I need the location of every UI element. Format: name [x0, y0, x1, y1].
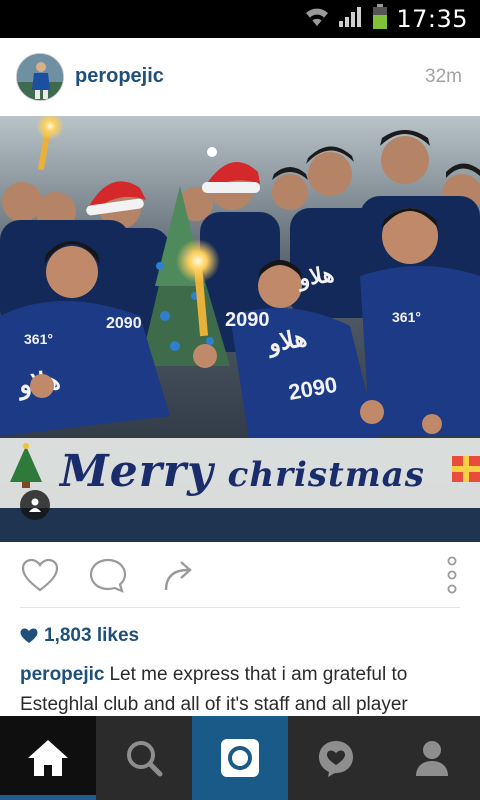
svg-text:361°: 361° [392, 309, 421, 325]
share-icon [164, 561, 192, 591]
more-vertical-icon [447, 556, 457, 594]
search-icon [127, 741, 163, 777]
status-time: 17:35 [396, 5, 468, 33]
actions-divider [20, 607, 460, 608]
banner-text-christmas: christmas [227, 455, 425, 495]
comment-button[interactable] [88, 556, 128, 596]
post-header: peropejic 32m [0, 38, 480, 116]
svg-text:361°: 361° [24, 331, 53, 347]
home-icon [28, 740, 68, 776]
svg-text:2090: 2090 [106, 315, 142, 332]
user-tag-icon [29, 498, 41, 512]
avatar[interactable] [16, 53, 64, 101]
caption-username[interactable]: peropejic [20, 664, 104, 685]
comment-icon [89, 558, 127, 593]
likes-text: 1,803 likes [44, 625, 140, 646]
likes-count[interactable]: 1,803 likes [20, 625, 139, 647]
nav-search[interactable] [96, 716, 192, 800]
post-caption: peropejic Let me express that i am gratef… [20, 660, 470, 720]
signal-icon [338, 6, 364, 33]
user-tag-button[interactable] [20, 490, 50, 520]
small-heart-icon [20, 628, 38, 643]
nav-profile[interactable] [384, 716, 480, 800]
activity-heart-icon [319, 741, 353, 777]
battery-icon [372, 3, 388, 35]
nav-home[interactable] [0, 716, 96, 800]
camera-icon [221, 739, 259, 777]
post-actions [0, 542, 480, 608]
more-options-button[interactable] [432, 556, 472, 596]
profile-icon [416, 741, 448, 776]
post-username[interactable]: peropejic [75, 65, 164, 88]
bottom-navigation [0, 716, 480, 800]
heart-icon [21, 558, 59, 592]
merry-christmas-banner: Merry christmas [0, 438, 480, 512]
post-photo[interactable]: هلاو هلاو 2090 2090 2090 هلاو 361° 361° [0, 116, 480, 542]
nav-activity[interactable] [288, 716, 384, 800]
wifi-icon [304, 6, 330, 33]
banner-text-merry: Merry [60, 446, 214, 497]
svg-text:2090: 2090 [225, 309, 270, 331]
like-button[interactable] [20, 556, 60, 596]
share-button[interactable] [158, 556, 198, 596]
status-bar: 17:35 [0, 0, 480, 38]
post-time: 32m [425, 66, 462, 87]
nav-camera[interactable] [192, 716, 288, 800]
